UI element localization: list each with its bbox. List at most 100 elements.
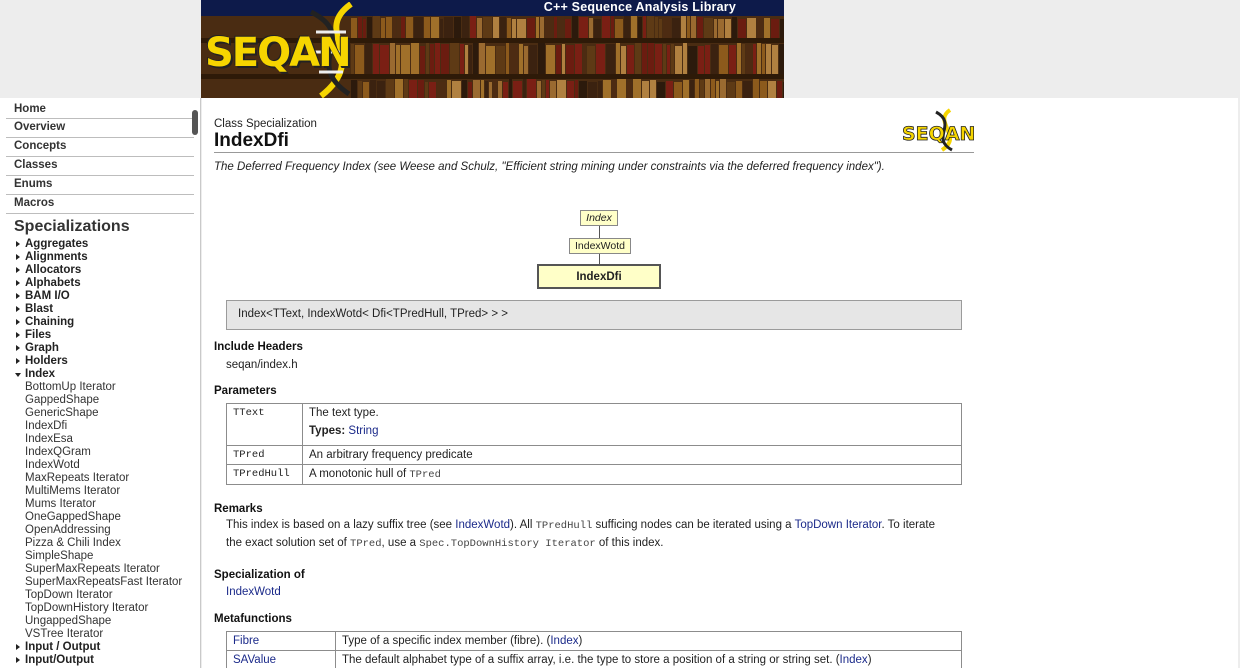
table-row: TPredHull A monotonic hull of TPred: [226, 464, 962, 485]
string-link[interactable]: String: [348, 425, 378, 437]
sidebar-item[interactable]: TopDown Iterator: [0, 589, 200, 602]
sidebar-category-label: Chaining: [25, 316, 75, 328]
triangle-right-icon[interactable]: [16, 306, 20, 312]
remarks-code: TPredHull: [535, 520, 593, 532]
specialization-of-link[interactable]: IndexWotd: [226, 586, 281, 598]
table-row: Fibre Type of a specific index member (f…: [226, 631, 962, 651]
remarks-fragment: of this index.: [595, 537, 664, 549]
triangle-right-icon[interactable]: [16, 241, 20, 247]
sidebar-item[interactable]: TopDownHistory Iterator: [0, 602, 200, 615]
sidebar-item[interactable]: OpenAddressing: [0, 524, 200, 537]
diagram-connector: [599, 226, 600, 238]
small-logo-text: SEQAN: [902, 123, 974, 145]
remarks-text: This index is based on a lazy suffix tre…: [226, 517, 946, 553]
sidebar-item[interactable]: IndexQGram: [0, 446, 200, 459]
sidebar-link-classes[interactable]: Classes: [6, 157, 194, 176]
triangle-right-icon[interactable]: [16, 644, 20, 650]
sidebar-link-enums[interactable]: Enums: [6, 176, 194, 195]
specializations-heading: Specializations: [14, 218, 130, 235]
triangle-right-icon[interactable]: [16, 280, 20, 286]
sidebar-category-label: Aggregates: [25, 238, 89, 250]
sidebar-category-label: BAM I/O: [25, 290, 70, 302]
triangle-down-icon[interactable]: [15, 373, 21, 377]
sidebar-category[interactable]: Files: [0, 329, 200, 342]
category-list: Aggregates Alignments Allocators Alphabets B…: [0, 238, 200, 667]
sidebar-category[interactable]: Graph: [0, 342, 200, 355]
sidebar-link-home[interactable]: Home: [6, 101, 194, 119]
sidebar-category[interactable]: Alphabets: [0, 277, 200, 290]
sidebar-link-overview[interactable]: Overview: [6, 119, 194, 138]
triangle-right-icon[interactable]: [16, 267, 20, 273]
diagram-node-indexdfi: IndexDfi: [537, 264, 661, 289]
sidebar-item[interactable]: MaxRepeats Iterator: [0, 472, 200, 485]
sidebar-category-label: Allocators: [25, 264, 82, 276]
main-content: Class Specialization IndexDfi SEQAN The …: [202, 98, 1238, 668]
sidebar-category[interactable]: Alignments: [0, 251, 200, 264]
sidebar-item[interactable]: SuperMaxRepeatsFast Iterator: [0, 576, 200, 589]
sidebar-item[interactable]: IndexDfi: [0, 420, 200, 433]
header-banner: C++ Sequence Analysis Library SEQAN: [201, 0, 784, 98]
include-headers-heading: Include Headers: [214, 341, 303, 353]
triangle-right-icon[interactable]: [16, 293, 20, 299]
metafunctions-table: Fibre Type of a specific index member (f…: [226, 631, 962, 668]
sidebar-category[interactable]: Blast: [0, 303, 200, 316]
sidebar-item[interactable]: SuperMaxRepeats Iterator: [0, 563, 200, 576]
remarks-fragment: ). All: [510, 519, 536, 531]
sidebar-category[interactable]: Input / Output: [0, 641, 200, 654]
sidebar-item[interactable]: MultiMems Iterator: [0, 485, 200, 498]
sidebar-link-macros[interactable]: Macros: [6, 195, 194, 214]
banner-tagline: C++ Sequence Analysis Library: [543, 0, 736, 14]
sidebar-item[interactable]: IndexEsa: [0, 433, 200, 446]
remarks-code: Spec.TopDownHistory Iterator: [419, 538, 596, 550]
sidebar-item[interactable]: Pizza & Chili Index: [0, 537, 200, 550]
triangle-right-icon[interactable]: [16, 319, 20, 325]
sidebar-item[interactable]: IndexWotd: [0, 459, 200, 472]
sidebar-category[interactable]: BAM I/O: [0, 290, 200, 303]
triangle-right-icon[interactable]: [16, 657, 20, 663]
sidebar-category[interactable]: Holders: [0, 355, 200, 368]
topdown-iterator-link[interactable]: TopDown Iterator: [795, 519, 882, 531]
param-desc-code: TPred: [409, 469, 441, 481]
sidebar-item[interactable]: UngappedShape: [0, 615, 200, 628]
sidebar-category[interactable]: Allocators: [0, 264, 200, 277]
param-desc: The text type. Types: String: [302, 403, 962, 446]
triangle-right-icon[interactable]: [16, 345, 20, 351]
indexwotd-link[interactable]: IndexWotd: [455, 519, 510, 531]
parameters-heading: Parameters: [214, 385, 277, 397]
metafunction-name: SAValue: [226, 650, 336, 668]
sidebar-category[interactable]: Input/Output: [0, 654, 200, 667]
sidebar-link-concepts[interactable]: Concepts: [6, 138, 194, 157]
diagram-node-indexwotd[interactable]: IndexWotd: [569, 238, 631, 254]
sidebar-scrollbar[interactable]: [192, 110, 198, 135]
param-name: TText: [226, 403, 303, 446]
title-rule: [214, 152, 974, 153]
sidebar: Home Overview Concepts Classes Enums Macros S…: [0, 98, 201, 668]
sidebar-category[interactable]: Chaining: [0, 316, 200, 329]
sidebar-item[interactable]: SimpleShape: [0, 550, 200, 563]
index-link[interactable]: Index: [840, 654, 868, 666]
sidebar-item[interactable]: OneGappedShape: [0, 511, 200, 524]
metafunction-name: Fibre: [226, 631, 336, 651]
sidebar-item[interactable]: VSTree Iterator: [0, 628, 200, 641]
fibre-link[interactable]: Fibre: [233, 635, 259, 647]
triangle-right-icon[interactable]: [16, 332, 20, 338]
sidebar-item[interactable]: GenericShape: [0, 407, 200, 420]
sidebar-category-label: Input / Output: [25, 641, 101, 653]
sidebar-category-label: Graph: [25, 342, 59, 354]
diagram-node-index[interactable]: Index: [580, 210, 618, 226]
param-desc-text: The text type.: [309, 407, 379, 419]
triangle-right-icon[interactable]: [16, 254, 20, 260]
sidebar-category[interactable]: Aggregates: [0, 238, 200, 251]
param-types: Types: String: [309, 425, 955, 437]
metafunctions-heading: Metafunctions: [214, 613, 292, 625]
page-description: The Deferred Frequency Index (see Weese …: [214, 161, 885, 173]
triangle-right-icon[interactable]: [16, 358, 20, 364]
remarks-heading: Remarks: [214, 503, 263, 515]
sidebar-item[interactable]: Mums Iterator: [0, 498, 200, 511]
banner-logo[interactable]: SEQAN: [205, 30, 352, 76]
sidebar-category[interactable]: Index: [0, 368, 200, 381]
sidebar-item[interactable]: BottomUp Iterator: [0, 381, 200, 394]
sidebar-item[interactable]: GappedShape: [0, 394, 200, 407]
index-link[interactable]: Index: [550, 635, 578, 647]
savalue-link[interactable]: SAValue: [233, 654, 276, 666]
